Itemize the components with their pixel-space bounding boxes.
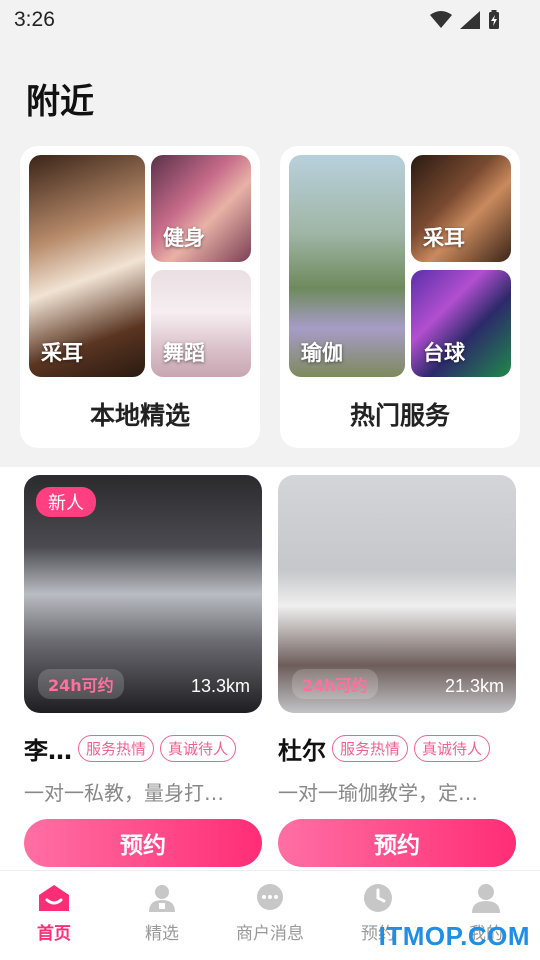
feature-title: 热门服务 [349, 401, 450, 430]
coach-name: 杜尔 [278, 737, 326, 765]
clock-icon [364, 884, 392, 912]
page-title: 附近 [26, 82, 94, 122]
home-icon [39, 885, 69, 911]
tile-label: 健身 [163, 226, 205, 250]
distance-label: 21.3km [444, 676, 504, 696]
tile-label: 采耳 [423, 226, 465, 250]
tile-ear-cleaning-2[interactable]: 采耳 [411, 155, 511, 262]
chat-icon [257, 884, 283, 910]
wifi-icon [430, 11, 452, 28]
coach-description: 一对一私教，量身打… [24, 781, 224, 805]
status-bar: 3:26 [0, 0, 540, 40]
nav-item-home[interactable]: 首页 [0, 871, 108, 960]
nav-label: 商户消息 [236, 924, 304, 944]
status-time: 3:26 [14, 8, 55, 31]
distance-label: 13.3km [190, 676, 250, 696]
feature-card-local-picks[interactable]: 采耳 健身 舞蹈 本地精选 [20, 146, 260, 448]
book-button[interactable]: 预约 [278, 819, 516, 867]
coach-card[interactable]: 新人 24h可约 13.3km 李… 服务热情 真诚待人 一对一私教，量身打… … [24, 475, 262, 870]
coach-photo[interactable]: 24h可约 21.3km [278, 475, 516, 713]
tile-billiards[interactable]: 台球 [411, 270, 511, 377]
availability-badge: 24h可约 [38, 669, 124, 699]
person-icon [149, 885, 175, 912]
nav-item-featured[interactable]: 精选 [108, 871, 216, 960]
tile-label: 舞蹈 [163, 341, 205, 365]
nav-item-messages[interactable]: 商户消息 [216, 871, 324, 960]
watermark: ITMOP.COM [378, 921, 530, 951]
nav-label: 精选 [145, 924, 179, 944]
battery-icon [489, 10, 499, 29]
tile-ear-cleaning[interactable]: 采耳 [29, 155, 145, 377]
tag: 服务热情 [332, 735, 409, 762]
tile-fitness[interactable]: 健身 [151, 155, 251, 262]
user-icon [472, 884, 500, 913]
availability-badge: 24h可约 [292, 669, 378, 699]
feature-card-hot-services[interactable]: 瑜伽 采耳 台球 热门服务 [280, 146, 520, 448]
tag: 真诚待人 [160, 735, 237, 762]
tile-label: 采耳 [41, 341, 83, 365]
new-badge: 新人 [36, 487, 96, 517]
coach-name: 李… [24, 737, 72, 765]
tile-yoga[interactable]: 瑜伽 [289, 155, 405, 377]
book-button[interactable]: 预约 [24, 819, 262, 867]
coach-photo[interactable]: 新人 24h可约 13.3km [24, 475, 262, 713]
nav-label: 首页 [37, 924, 71, 944]
tile-dance[interactable]: 舞蹈 [151, 270, 251, 377]
signal-icon [460, 11, 480, 29]
tile-label: 台球 [423, 341, 465, 365]
tile-label: 瑜伽 [301, 341, 343, 365]
tag: 真诚待人 [414, 735, 491, 762]
tag: 服务热情 [78, 735, 155, 762]
feature-title: 本地精选 [89, 401, 190, 430]
coach-card[interactable]: 24h可约 21.3km 杜尔 服务热情 真诚待人 一对一瑜伽教学，定… 预约 [278, 475, 516, 870]
coach-description: 一对一瑜伽教学，定… [278, 781, 478, 805]
